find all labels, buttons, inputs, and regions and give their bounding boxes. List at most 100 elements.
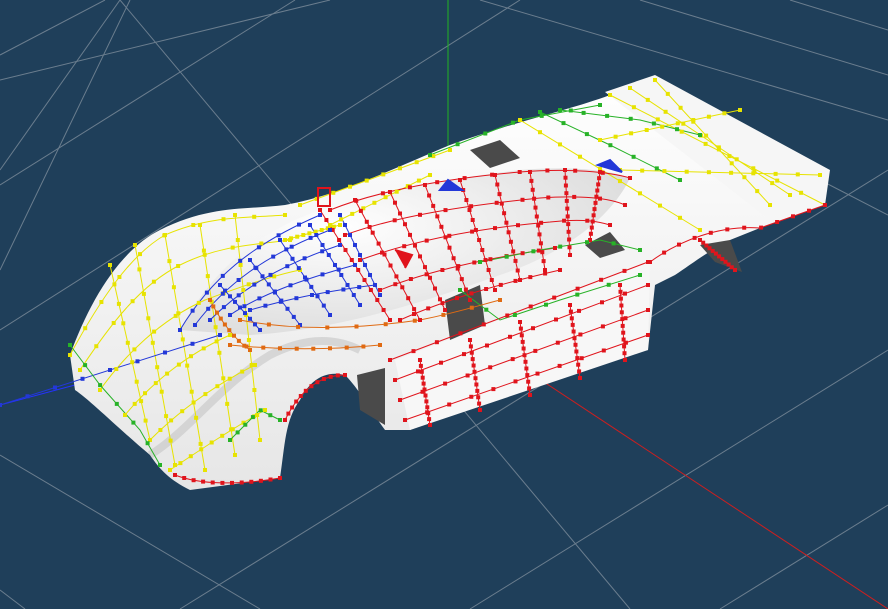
mesh-vertex[interactable] — [448, 148, 452, 152]
mesh-vertex[interactable] — [268, 413, 273, 418]
mesh-vertex[interactable] — [644, 128, 649, 132]
mesh-vertex[interactable] — [326, 253, 331, 257]
mesh-vertex[interactable] — [552, 295, 557, 300]
mesh-vertex[interactable] — [198, 223, 202, 227]
mesh-vertex[interactable] — [232, 333, 236, 338]
mesh-vertex[interactable] — [328, 346, 332, 351]
mesh-vertex[interactable] — [214, 339, 219, 344]
mesh-vertex[interactable] — [125, 340, 130, 345]
mesh-vertex[interactable] — [248, 316, 252, 321]
mesh-vertex[interactable] — [393, 200, 397, 205]
mesh-vertex[interactable] — [742, 175, 747, 180]
mesh-vertex[interactable] — [483, 131, 488, 136]
mesh-vertex[interactable] — [163, 350, 167, 355]
mesh-vertex[interactable] — [99, 300, 104, 304]
mesh-vertex[interactable] — [557, 363, 562, 368]
mesh-vertex[interactable] — [427, 193, 432, 198]
mesh-vertex[interactable] — [622, 268, 627, 273]
mesh-vertex[interactable] — [242, 343, 247, 348]
mesh-vertex[interactable] — [443, 208, 448, 213]
mesh-vertex[interactable] — [566, 222, 571, 227]
mesh-vertex[interactable] — [331, 190, 336, 195]
mesh-vertex[interactable] — [139, 399, 144, 404]
mesh-vertex[interactable] — [573, 342, 578, 347]
mesh-vertex[interactable] — [233, 453, 237, 457]
mesh-vertex[interactable] — [638, 191, 642, 196]
mesh-vertex[interactable] — [596, 182, 601, 187]
mesh-vertex[interactable] — [545, 168, 550, 173]
mesh-vertex[interactable] — [564, 191, 569, 196]
mesh-vertex[interactable] — [681, 121, 686, 126]
mesh-vertex[interactable] — [648, 260, 652, 264]
mesh-vertex[interactable] — [406, 296, 411, 301]
mesh-vertex[interactable] — [358, 303, 362, 307]
mesh-vertex[interactable] — [651, 121, 656, 126]
mesh-vertex[interactable] — [755, 189, 760, 194]
mesh-vertex[interactable] — [473, 376, 478, 381]
mesh-vertex[interactable] — [706, 114, 711, 119]
mesh-vertex[interactable] — [25, 394, 30, 399]
mesh-vertex[interactable] — [143, 391, 147, 396]
mesh-vertex[interactable] — [336, 267, 341, 272]
mesh-vertex[interactable] — [485, 343, 489, 348]
mesh-vertex[interactable] — [508, 239, 513, 244]
mesh-vertex[interactable] — [372, 200, 377, 205]
mesh-vertex[interactable] — [98, 388, 102, 392]
mesh-vertex[interactable] — [349, 258, 354, 262]
mesh-vertex[interactable] — [716, 147, 721, 152]
mesh-vertex[interactable] — [423, 183, 427, 187]
mesh-vertex[interactable] — [458, 331, 463, 336]
mesh-vertex[interactable] — [238, 318, 242, 322]
mesh-vertex[interactable] — [0, 403, 2, 407]
mesh-vertex[interactable] — [529, 178, 534, 183]
mesh-vertex[interactable] — [493, 173, 497, 177]
mesh-vertex[interactable] — [158, 463, 162, 467]
mesh-vertex[interactable] — [423, 265, 427, 270]
mesh-vertex[interactable] — [593, 200, 598, 205]
mesh-vertex[interactable] — [458, 288, 462, 292]
mesh-vertex[interactable] — [428, 153, 432, 157]
mesh-vertex[interactable] — [631, 154, 636, 159]
mesh-vertex[interactable] — [246, 338, 251, 342]
mesh-vertex[interactable] — [531, 326, 535, 331]
mesh-vertex[interactable] — [475, 388, 480, 393]
mesh-vertex[interactable] — [279, 298, 284, 303]
mesh-vertex[interactable] — [158, 428, 163, 432]
mesh-vertex[interactable] — [571, 329, 576, 334]
mesh-vertex[interactable] — [163, 233, 167, 237]
mesh-vertex[interactable] — [568, 253, 572, 257]
mesh-vertex[interactable] — [362, 278, 367, 282]
mesh-vertex[interactable] — [393, 282, 398, 287]
mesh-vertex[interactable] — [660, 124, 665, 129]
mesh-vertex[interactable] — [433, 286, 437, 291]
mesh-vertex[interactable] — [425, 405, 430, 410]
mesh-vertex[interactable] — [469, 305, 474, 310]
mesh-vertex[interactable] — [618, 179, 622, 184]
mesh-vertex[interactable] — [227, 328, 232, 333]
mesh-vertex[interactable] — [354, 324, 359, 329]
mesh-vertex[interactable] — [654, 166, 659, 171]
mesh-vertex[interactable] — [543, 268, 547, 272]
mesh-vertex[interactable] — [543, 271, 548, 276]
mesh-vertex[interactable] — [618, 296, 623, 301]
mesh-vertex[interactable] — [309, 284, 314, 289]
mesh-vertex[interactable] — [536, 223, 541, 228]
mesh-vertex[interactable] — [468, 344, 473, 349]
mesh-vertex[interactable] — [191, 223, 196, 227]
mesh-vertex[interactable] — [268, 477, 273, 482]
mesh-vertex[interactable] — [98, 383, 103, 388]
mesh-vertex[interactable] — [523, 359, 528, 364]
mesh-vertex[interactable] — [474, 382, 479, 387]
mesh-vertex[interactable] — [467, 208, 472, 212]
mesh-vertex[interactable] — [276, 233, 281, 238]
mesh-vertex[interactable] — [229, 427, 234, 432]
mesh-vertex[interactable] — [297, 222, 301, 227]
mesh-vertex[interactable] — [130, 299, 135, 304]
mesh-vertex[interactable] — [220, 273, 225, 278]
mesh-vertex[interactable] — [558, 244, 563, 249]
mesh-vertex[interactable] — [563, 175, 568, 180]
mesh-vertex[interactable] — [469, 291, 474, 296]
mesh-vertex[interactable] — [258, 438, 262, 442]
mesh-vertex[interactable] — [464, 198, 469, 202]
mesh-vertex[interactable] — [233, 299, 237, 304]
